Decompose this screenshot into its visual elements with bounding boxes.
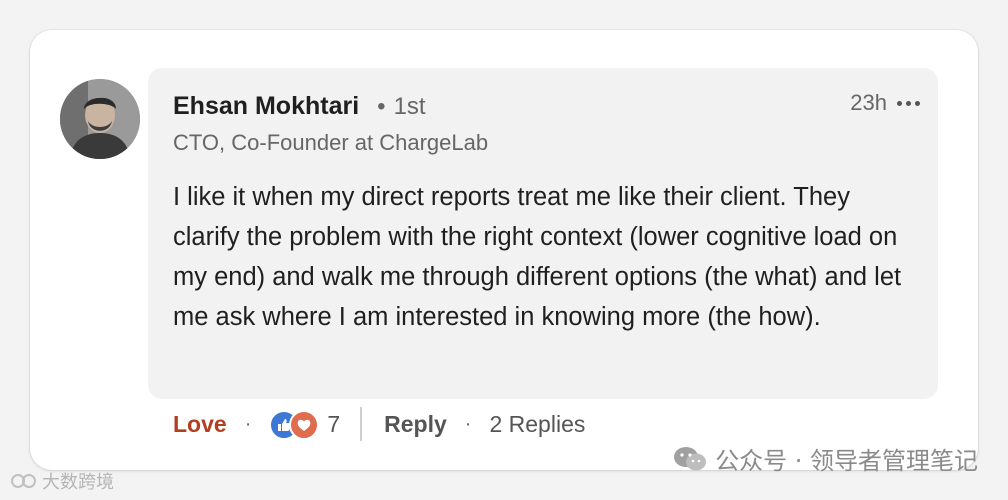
timestamp: 23h <box>850 90 887 115</box>
replies-link[interactable]: 2 Replies <box>489 411 585 438</box>
separator-dot: · <box>244 412 252 435</box>
reaction-count[interactable]: 7 <box>327 411 340 438</box>
author-name[interactable]: Ehsan Mokhtari <box>173 92 359 121</box>
connection-degree-label: 1st <box>393 93 426 120</box>
reply-button[interactable]: Reply <box>384 411 447 438</box>
separator-dot: · <box>464 412 472 435</box>
ellipsis-icon[interactable] <box>897 100 920 106</box>
comment-text: I like it when my direct reports treat m… <box>173 183 902 331</box>
reaction-button[interactable]: Love <box>173 411 227 438</box>
comment-card: Ehsan Mokhtari • 1st CTO, Co-Founder at C… <box>30 30 978 470</box>
comment-actions: Love · 7 Reply · 2 Replies <box>173 407 585 441</box>
logo-icon <box>11 474 36 488</box>
wechat-icon <box>674 446 707 470</box>
author-headline: CTO, Co-Founder at ChargeLab <box>173 130 489 155</box>
love-icon <box>289 410 320 440</box>
author-row: Ehsan Mokhtari • 1st <box>173 92 426 121</box>
comment-meta: 23h <box>850 90 920 116</box>
profile-photo-icon <box>60 79 140 159</box>
watermark: 公众号 · 领导者管理笔记 <box>673 441 978 476</box>
corner-watermark: 大数跨境 <box>10 468 114 494</box>
divider <box>360 407 363 441</box>
connection-degree: • 1st <box>377 93 426 120</box>
reaction-icons[interactable] <box>269 409 323 440</box>
comment-bubble: Ehsan Mokhtari • 1st CTO, Co-Founder at C… <box>148 68 938 399</box>
avatar[interactable] <box>60 79 140 159</box>
corner-watermark-text: 大数跨境 <box>42 472 114 493</box>
watermark-text: 公众号 · 领导者管理笔记 <box>715 447 978 475</box>
